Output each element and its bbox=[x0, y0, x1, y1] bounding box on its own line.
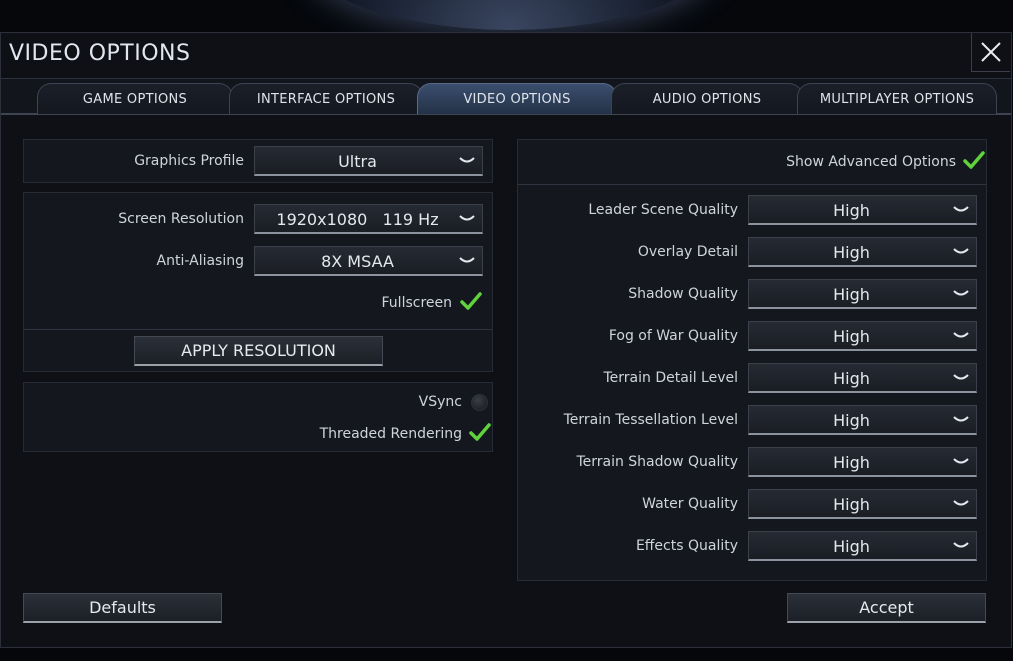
terrain-shadow-quality-value: High bbox=[833, 453, 870, 472]
shadow-quality-dropdown[interactable]: High bbox=[748, 279, 977, 309]
vsync-toggle[interactable] bbox=[471, 394, 488, 411]
effects-quality-dropdown[interactable]: High bbox=[748, 531, 977, 561]
tab-video-options[interactable]: VIDEO OPTIONS bbox=[417, 83, 617, 114]
chevron-down-icon bbox=[953, 248, 969, 254]
apply-resolution-button[interactable]: APPLY RESOLUTION bbox=[134, 336, 383, 366]
advanced-options-panel: Show Advanced Options Leader Scene Quali… bbox=[517, 139, 987, 581]
screen-resolution-value: 1920x1080 119 Hz bbox=[276, 210, 439, 229]
rendering-panel: VSync Threaded Rendering bbox=[23, 382, 493, 452]
threaded-rendering-label: Threaded Rendering bbox=[319, 426, 462, 442]
shadow-quality-label: Shadow Quality bbox=[628, 286, 738, 302]
fullscreen-checkbox[interactable] bbox=[460, 291, 482, 311]
chevron-down-icon bbox=[953, 332, 969, 338]
screen-resolution-label: Screen Resolution bbox=[118, 211, 244, 227]
overlay-detail-label: Overlay Detail bbox=[637, 244, 738, 260]
anti-aliasing-label: Anti-Aliasing bbox=[156, 253, 244, 269]
vsync-label: VSync bbox=[418, 394, 462, 410]
chevron-down-icon bbox=[953, 458, 969, 464]
show-advanced-checkbox[interactable] bbox=[963, 150, 985, 170]
fog-of-war-quality-dropdown[interactable]: High bbox=[748, 321, 977, 351]
overlay-detail-value: High bbox=[833, 243, 870, 262]
leader-scene-quality-dropdown[interactable]: High bbox=[748, 195, 977, 225]
tab-audio-options[interactable]: AUDIO OPTIONS bbox=[611, 83, 803, 114]
graphics-profile-dropdown[interactable]: Ultra bbox=[254, 146, 483, 176]
tab-bar: GAME OPTIONS INTERFACE OPTIONS VIDEO OPT… bbox=[1, 78, 1011, 115]
terrain-tessellation-level-label: Terrain Tessellation Level bbox=[563, 412, 738, 428]
chevron-down-icon bbox=[459, 257, 475, 263]
leader-scene-quality-value: High bbox=[833, 201, 870, 220]
terrain-detail-level-dropdown[interactable]: High bbox=[748, 363, 977, 393]
effects-quality-value: High bbox=[833, 537, 870, 556]
show-advanced-label: Show Advanced Options bbox=[786, 154, 956, 170]
terrain-tessellation-level-dropdown[interactable]: High bbox=[748, 405, 977, 435]
anti-aliasing-dropdown[interactable]: 8X MSAA bbox=[254, 246, 483, 276]
window-title: VIDEO OPTIONS bbox=[9, 41, 191, 66]
terrain-detail-level-value: High bbox=[833, 369, 870, 388]
close-icon bbox=[981, 42, 1001, 62]
chevron-down-icon bbox=[953, 416, 969, 422]
effects-quality-label: Effects Quality bbox=[635, 538, 738, 554]
divider bbox=[518, 184, 986, 185]
divider bbox=[24, 329, 492, 330]
tab-multiplayer-options[interactable]: MULTIPLAYER OPTIONS bbox=[797, 83, 997, 114]
chevron-down-icon bbox=[953, 500, 969, 506]
graphics-profile-value: Ultra bbox=[338, 152, 377, 171]
planet-backdrop bbox=[300, 0, 720, 30]
threaded-rendering-checkbox[interactable] bbox=[469, 422, 491, 442]
tab-game-options[interactable]: GAME OPTIONS bbox=[37, 83, 233, 114]
chevron-down-icon bbox=[953, 374, 969, 380]
anti-aliasing-value: 8X MSAA bbox=[321, 252, 394, 271]
fullscreen-label: Fullscreen bbox=[381, 295, 452, 311]
defaults-button[interactable]: Defaults bbox=[23, 593, 222, 623]
close-button[interactable] bbox=[971, 33, 1010, 72]
water-quality-dropdown[interactable]: High bbox=[748, 489, 977, 519]
fog-of-war-quality-value: High bbox=[833, 327, 870, 346]
overlay-detail-dropdown[interactable]: High bbox=[748, 237, 977, 267]
accept-button[interactable]: Accept bbox=[787, 593, 986, 623]
tab-interface-options[interactable]: INTERFACE OPTIONS bbox=[229, 83, 423, 114]
chevron-down-icon bbox=[459, 215, 475, 221]
terrain-shadow-quality-dropdown[interactable]: High bbox=[748, 447, 977, 477]
water-quality-value: High bbox=[833, 495, 870, 514]
leader-scene-quality-label: Leader Scene Quality bbox=[588, 202, 738, 218]
chevron-down-icon bbox=[953, 206, 969, 212]
terrain-shadow-quality-label: Terrain Shadow Quality bbox=[576, 454, 738, 470]
chevron-down-icon bbox=[953, 290, 969, 296]
shadow-quality-value: High bbox=[833, 285, 870, 304]
terrain-detail-level-label: Terrain Detail Level bbox=[603, 370, 739, 386]
resolution-panel: Screen Resolution 1920x1080 119 Hz Anti-… bbox=[23, 192, 493, 372]
chevron-down-icon bbox=[953, 542, 969, 548]
screen-resolution-dropdown[interactable]: 1920x1080 119 Hz bbox=[254, 204, 483, 234]
graphics-profile-label: Graphics Profile bbox=[134, 153, 244, 169]
chevron-down-icon bbox=[459, 157, 475, 163]
water-quality-label: Water Quality bbox=[642, 496, 738, 512]
graphics-profile-panel: Graphics Profile Ultra bbox=[23, 139, 493, 183]
fog-of-war-quality-label: Fog of War Quality bbox=[608, 328, 738, 344]
terrain-tessellation-level-value: High bbox=[833, 411, 870, 430]
